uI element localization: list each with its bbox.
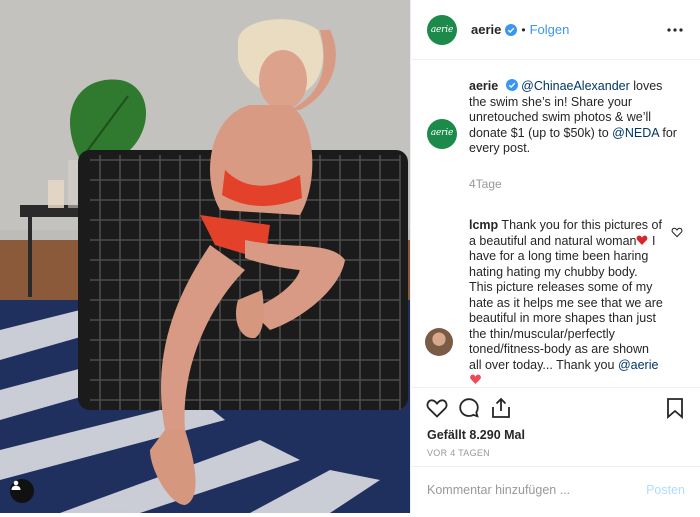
post-age[interactable]: VOR 4 TAGEN bbox=[427, 448, 490, 458]
more-horizontal-icon[interactable] bbox=[665, 20, 685, 40]
user-tag-icon[interactable] bbox=[10, 479, 34, 503]
post-header: aerie aerie • Folgen bbox=[411, 0, 700, 60]
comment-composer: Kommentar hinzufügen ... Posten bbox=[411, 466, 700, 513]
heart-exclamation-emoji-icon bbox=[636, 234, 648, 245]
comment-input[interactable]: Kommentar hinzufügen ... bbox=[427, 483, 646, 497]
red-heart-emoji-icon bbox=[469, 373, 481, 384]
action-icons-row bbox=[425, 396, 687, 422]
post-comment-button[interactable]: Posten bbox=[646, 483, 685, 497]
caption-verified-badge-icon bbox=[505, 79, 518, 91]
post-caption: aerie aerie @ChinaeAlexander loves the s… bbox=[411, 61, 700, 192]
caption-mention-neda[interactable]: @NEDA bbox=[612, 126, 659, 140]
caption-avatar-logo-text: aerie bbox=[430, 128, 454, 139]
verified-badge-icon bbox=[505, 23, 518, 36]
caption-time-ago[interactable]: 4Tage bbox=[469, 177, 681, 193]
share-icon[interactable] bbox=[489, 396, 513, 420]
comment-text-2: I have for a long time been haring hatin… bbox=[469, 233, 663, 372]
post-photo[interactable] bbox=[0, 0, 410, 513]
heart-icon[interactable] bbox=[425, 396, 449, 420]
comment-icon[interactable] bbox=[457, 396, 481, 420]
commenter-avatar[interactable] bbox=[425, 328, 453, 356]
post-side-panel: aerie aerie • Folgen aerie aerie @Chinae… bbox=[410, 0, 700, 513]
account-username[interactable]: aerie bbox=[471, 22, 501, 37]
user-tag-glyph bbox=[11, 480, 21, 490]
likes-count[interactable]: Gefällt 8.290 Mal bbox=[427, 428, 525, 442]
comment-item: lcmp Thank you for this pictures of a be… bbox=[411, 192, 700, 387]
comment-username[interactable]: lcmp bbox=[469, 218, 498, 232]
follow-button[interactable]: Folgen bbox=[530, 22, 570, 37]
caption-username[interactable]: aerie bbox=[469, 79, 498, 93]
caption-mention-chinae[interactable]: @ChinaeAlexander bbox=[521, 79, 630, 93]
caption-avatar[interactable]: aerie bbox=[427, 119, 457, 149]
photo-illustration bbox=[0, 0, 410, 513]
comment-text-1: Thank you for this pictures of a beautif… bbox=[469, 218, 662, 248]
instagram-post: aerie aerie • Folgen aerie aerie @Chinae… bbox=[0, 0, 700, 513]
comment-mention-aerie[interactable]: @aerie bbox=[618, 358, 659, 372]
comment-like-heart-icon[interactable] bbox=[671, 226, 683, 238]
avatar-logo-text: aerie bbox=[430, 24, 454, 35]
comments-area[interactable]: aerie aerie @ChinaeAlexander loves the s… bbox=[411, 61, 700, 387]
bookmark-icon[interactable] bbox=[663, 396, 687, 420]
account-avatar[interactable]: aerie bbox=[427, 14, 457, 45]
header-separator: • bbox=[521, 22, 526, 37]
